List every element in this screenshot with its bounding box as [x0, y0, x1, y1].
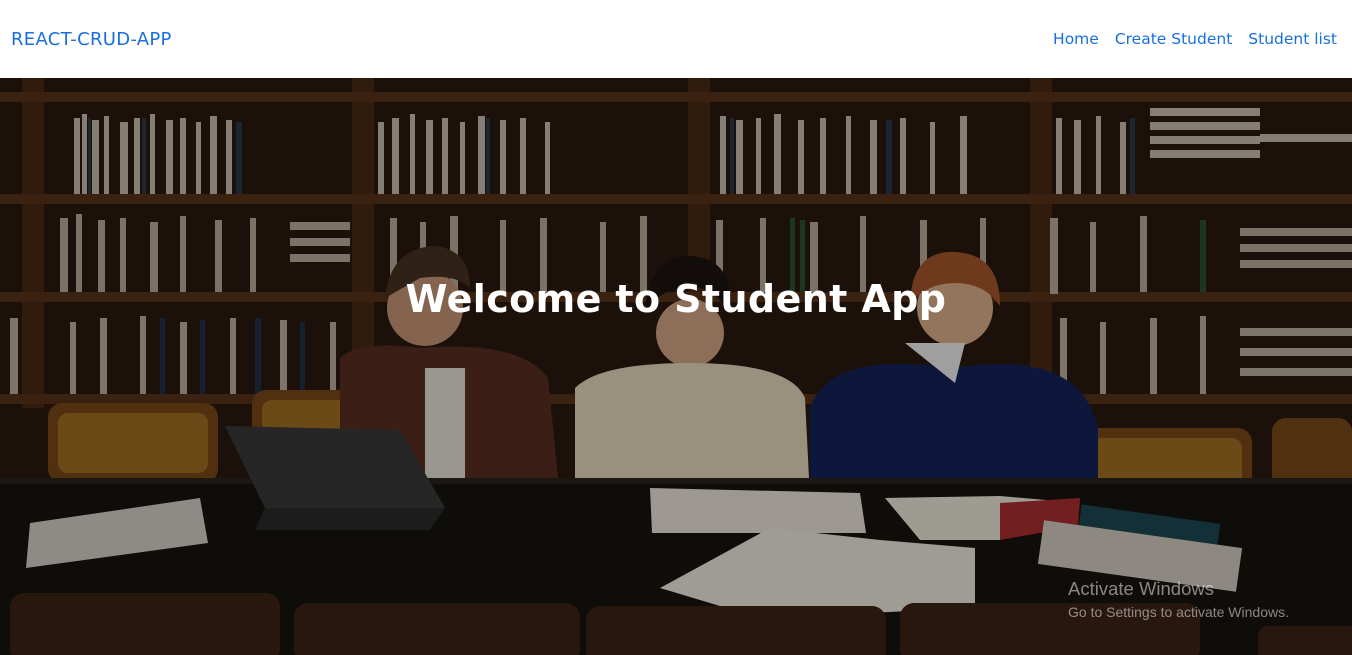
brand-link[interactable]: REACT-CRUD-APP — [11, 29, 172, 50]
navbar: REACT-CRUD-APP Home Create Student Stude… — [0, 0, 1352, 78]
hero-title: Welcome to Student App — [405, 277, 947, 321]
nav-link-home[interactable]: Home — [1053, 30, 1099, 48]
nav-link-student-list[interactable]: Student list — [1248, 30, 1337, 48]
watermark-subtitle: Go to Settings to activate Windows. — [1068, 604, 1289, 620]
hero-overlay — [0, 78, 1352, 655]
hero-section: Welcome to Student App Activate Windows … — [0, 78, 1352, 655]
nav-links: Home Create Student Student list — [1053, 30, 1337, 48]
nav-link-create-student[interactable]: Create Student — [1115, 30, 1232, 48]
windows-activation-watermark: Activate Windows Go to Settings to activ… — [1068, 578, 1289, 620]
watermark-title: Activate Windows — [1068, 578, 1214, 599]
